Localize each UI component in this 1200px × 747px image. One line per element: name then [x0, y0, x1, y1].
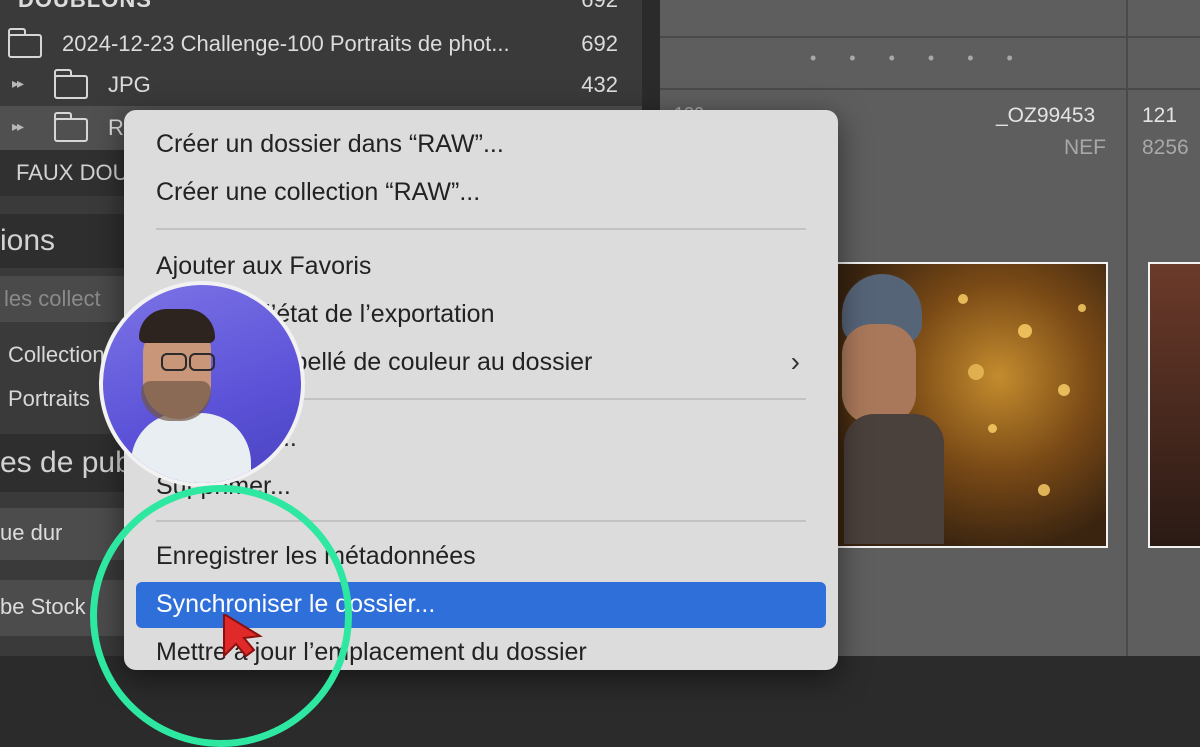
folder-row-challenge[interactable]: 2024-12-23 Challenge-100 Portraits de ph… — [0, 22, 642, 66]
cell-filename: _OZ99453 — [996, 104, 1096, 127]
folder-count: 432 — [581, 72, 618, 97]
filter-placeholder: les collect — [4, 286, 101, 311]
folder-count: 692 — [581, 31, 618, 56]
section-label: FAUX DOU — [16, 160, 129, 185]
disclosure-triangle-icon[interactable]: ▸▸ — [12, 75, 24, 92]
collection-item[interactable]: Collection — [8, 342, 105, 368]
folder-name: 2024-12-23 Challenge-100 Portraits de ph… — [62, 31, 510, 56]
photo-thumbnail[interactable] — [836, 262, 1108, 548]
folder-row-jpg[interactable]: ▸▸ JPG 432 — [0, 63, 642, 107]
publish-service-label: be Stock — [0, 594, 86, 619]
panel-title: es de pub — [0, 446, 132, 479]
grid-divider — [660, 88, 1200, 90]
cursor-arrow-icon — [223, 614, 263, 658]
section-header-doublons[interactable]: DOUBLONS 692 — [0, 0, 642, 22]
grid-divider — [660, 36, 1200, 38]
panel-title: ions — [0, 224, 56, 257]
folder-icon — [53, 112, 88, 142]
menu-item-label: Créer une collection “RAW”... — [156, 178, 481, 206]
menu-item-label: Créer un dossier dans “RAW”... — [156, 130, 504, 158]
presenter-webcam-bubble — [99, 281, 305, 487]
menu-item-add-favorites[interactable]: Ajouter aux Favoris — [136, 244, 826, 290]
collection-item[interactable]: Portraits — [8, 386, 90, 412]
cell-index: 121 — [1142, 104, 1178, 127]
folder-name: R — [108, 115, 124, 140]
cell-extension: NEF — [1064, 136, 1106, 159]
menu-item-label: Ajouter aux Favoris — [156, 252, 372, 280]
folder-icon — [53, 69, 88, 99]
disclosure-triangle-icon[interactable]: ▸▸ — [12, 118, 24, 135]
glasses-icon — [161, 353, 187, 371]
collections-filter-input[interactable]: les collect — [0, 276, 130, 322]
photo-thumbnail[interactable] — [1148, 262, 1200, 548]
folder-name: JPG — [108, 72, 151, 97]
section-label: DOUBLONS — [18, 0, 152, 13]
scarf-shape — [844, 414, 944, 544]
cell-meta: 8256 — [1142, 136, 1189, 159]
presenter-hair — [139, 309, 215, 343]
glasses-icon — [189, 353, 215, 371]
folder-icon — [7, 28, 42, 58]
grid-divider — [1126, 0, 1128, 656]
presenter-background — [103, 285, 301, 483]
menu-item-create-collection[interactable]: Créer une collection “RAW”... — [136, 170, 826, 216]
publish-service-label: ue dur — [0, 520, 63, 545]
submenu-chevron-icon: › — [790, 346, 800, 377]
menu-separator — [156, 228, 806, 230]
menu-item-create-folder[interactable]: Créer un dossier dans “RAW”... — [136, 122, 826, 168]
menu-item-label: ibellé de couleur au dossier — [288, 348, 593, 376]
section-count: 692 — [581, 0, 618, 13]
presenter-shirt — [131, 413, 251, 483]
grid-dots: • • • • • • — [810, 48, 1027, 68]
face-shape — [842, 324, 916, 424]
